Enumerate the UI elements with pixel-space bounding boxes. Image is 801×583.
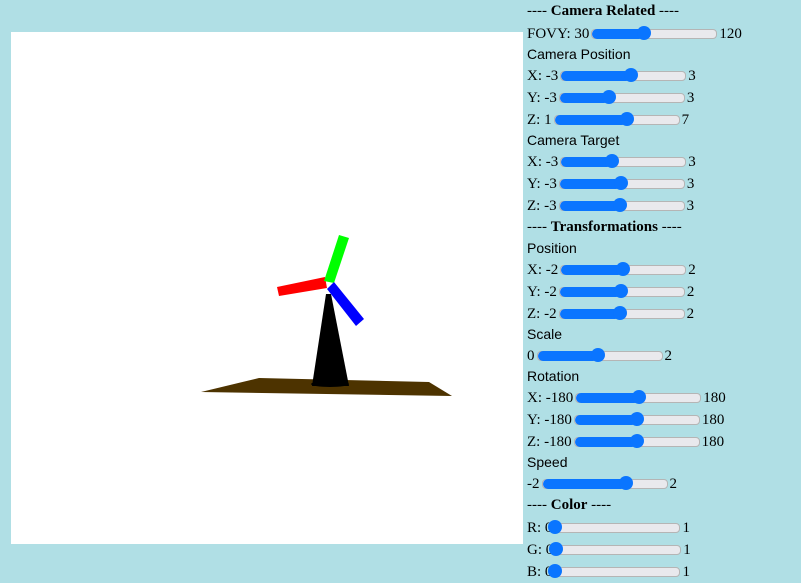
webgl-canvas[interactable]	[11, 32, 523, 544]
camera-target-x: X: -3 3	[527, 153, 696, 170]
rotation-x-slider[interactable]	[575, 389, 702, 404]
camera-position-y: Y: -3 3	[527, 89, 695, 106]
transformations-section-title: Transformations	[550, 219, 658, 235]
scale-slider[interactable]	[536, 347, 663, 362]
camera-target-x-slider[interactable]	[560, 153, 687, 168]
color-section-header: ---- Color ----	[527, 497, 612, 513]
position-x: X: -2 2	[527, 261, 696, 278]
fovy-max-label: 120	[719, 25, 742, 42]
fovy-slider[interactable]	[591, 25, 718, 40]
position-x-slider[interactable]	[560, 261, 687, 276]
speed-control: -2 2	[527, 475, 677, 492]
color-r: R: 01	[527, 519, 690, 536]
camera-position-z-slider[interactable]	[553, 111, 680, 126]
blade-red	[277, 277, 327, 296]
windmill-tower-base	[311, 381, 349, 387]
color-r-slider[interactable]	[548, 519, 681, 534]
camera-target-label: Camera Target	[527, 132, 620, 148]
windmill-scene	[201, 235, 452, 396]
camera-section-header: ---- Camera Related ----	[527, 3, 680, 19]
scale-label: Scale	[527, 326, 563, 342]
fovy-min-label: FOVY: 30	[527, 25, 590, 42]
rotation-label: Rotation	[527, 368, 580, 384]
rotation-x: X: -180 180	[527, 389, 726, 406]
rotation-y: Y: -180 180	[527, 411, 725, 428]
rotation-z-slider[interactable]	[573, 433, 700, 448]
camera-position-y-slider[interactable]	[558, 89, 685, 104]
camera-target-z: Z: -3 3	[527, 197, 695, 214]
rotation-z: Z: -180 180	[527, 433, 725, 450]
rotation-y-slider[interactable]	[573, 411, 700, 426]
camera-position-label: Camera Position	[527, 46, 631, 62]
blade-green	[324, 235, 349, 283]
position-label: Position	[527, 240, 577, 256]
scale-control: 02	[527, 347, 672, 364]
color-section-title: Color	[550, 497, 588, 513]
camera-position-z: Z: 17	[527, 111, 690, 128]
position-y-slider[interactable]	[558, 283, 685, 298]
fovy-control: FOVY: 30 120	[527, 22, 801, 44]
camera-target-y: Y: -3 3	[527, 175, 695, 192]
color-b: B: 01	[527, 563, 690, 580]
speed-label: Speed	[527, 454, 568, 470]
color-g-slider[interactable]	[549, 541, 682, 556]
position-z: Z: -2 2	[527, 305, 695, 322]
position-y: Y: -2 2	[527, 283, 695, 300]
color-g: G: 01	[527, 541, 691, 558]
camera-position-x: X: -3 3	[527, 67, 696, 84]
camera-position-x-slider[interactable]	[560, 67, 687, 82]
controls-panel: ---- Camera Related ---- FOVY: 30 120 Cam…	[527, 0, 801, 582]
camera-target-y-slider[interactable]	[558, 175, 685, 190]
position-z-slider[interactable]	[558, 305, 685, 320]
speed-slider[interactable]	[541, 475, 668, 490]
camera-target-z-slider[interactable]	[558, 197, 685, 212]
camera-section-title: Camera Related	[550, 3, 656, 19]
transformations-section-header: ---- Transformations ----	[527, 219, 682, 235]
